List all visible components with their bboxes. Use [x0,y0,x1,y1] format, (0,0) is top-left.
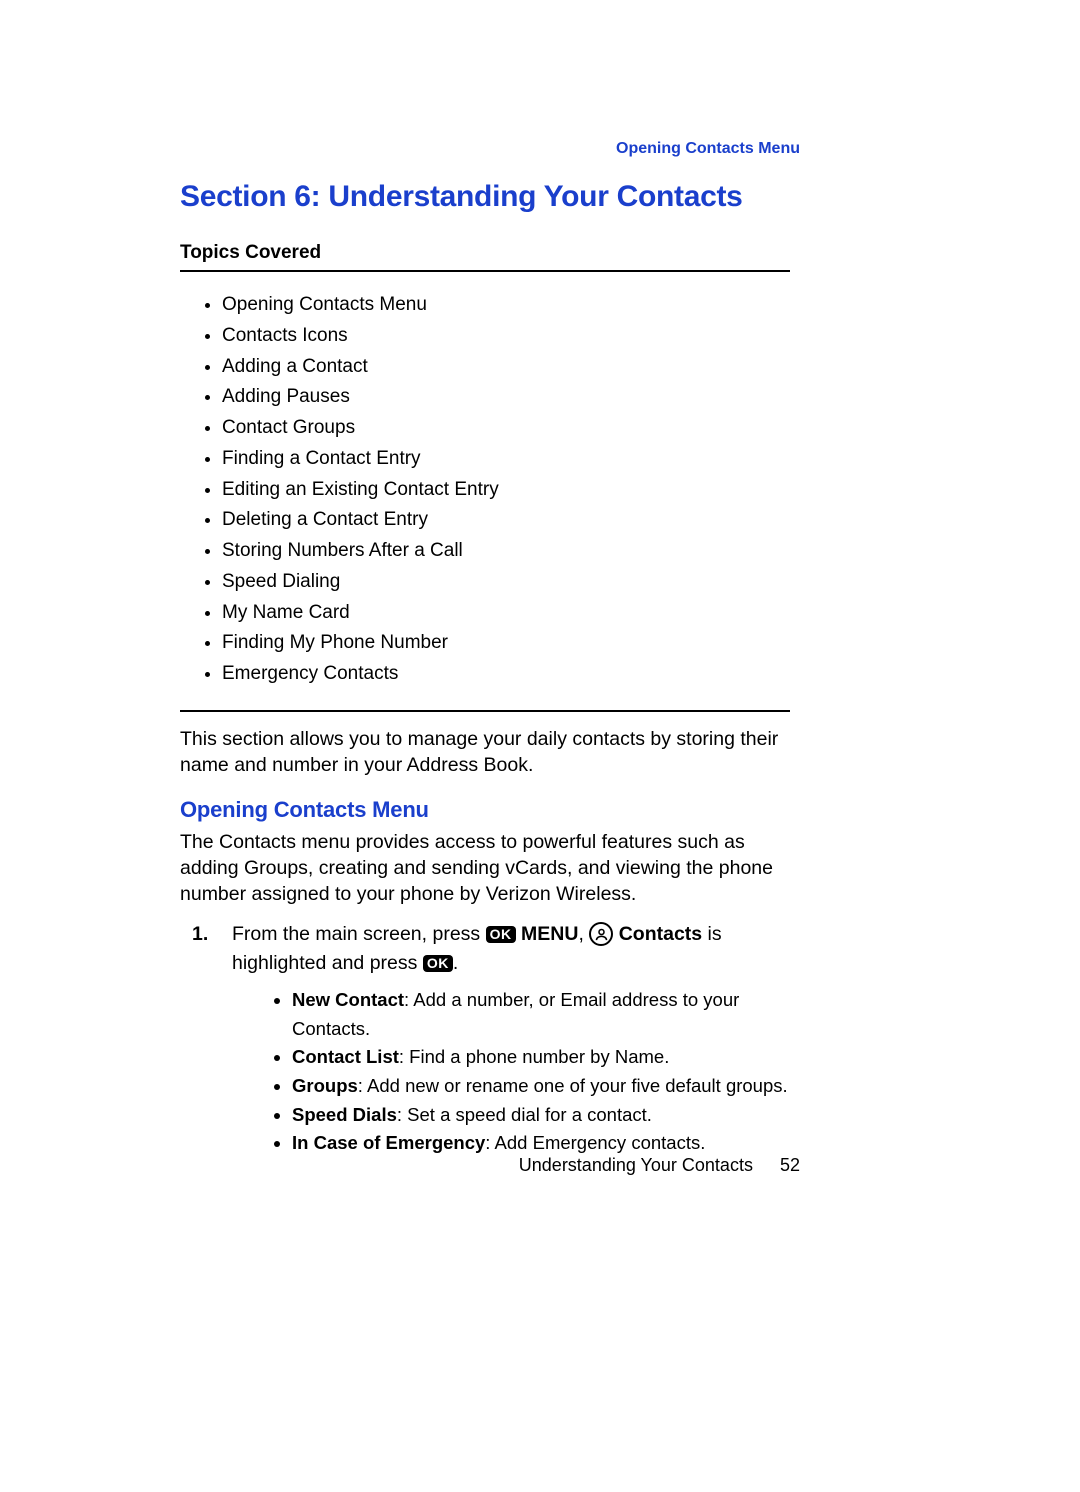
sub-item-term: Speed Dials [292,1104,397,1125]
page-footer: Understanding Your Contacts 52 [519,1155,800,1176]
topic-item: Deleting a Contact Entry [222,505,900,536]
sub-item: Groups: Add new or rename one of your fi… [292,1072,804,1101]
step-text-pre: From the main screen, press [232,923,486,945]
steps-list: 1. From the main screen, press OK MENU, … [180,920,804,1159]
topics-covered-label: Topics Covered [180,242,900,264]
section-title: Section 6: Understanding Your Contacts [180,180,900,214]
topic-item: Adding a Contact [222,352,900,383]
divider-top [180,270,790,272]
topic-item: Finding a Contact Entry [222,444,900,475]
page: Opening Contacts Menu Section 6: Underst… [0,0,1080,1492]
sub-item: Contact List: Find a phone number by Nam… [292,1043,804,1072]
section-intro: This section allows you to manage your d… [180,726,790,779]
sub-item-term: New Contact [292,989,404,1010]
topic-item: Speed Dialing [222,567,900,598]
contacts-icon [589,922,613,946]
topic-item: Adding Pauses [222,382,900,413]
sub-item-term: Groups [292,1075,358,1096]
sub-item-desc: : Find a phone number by Name. [399,1046,669,1067]
sub-item-term: In Case of Emergency [292,1132,485,1153]
step-number: 1. [192,920,208,949]
sub-item: In Case of Emergency: Add Emergency cont… [292,1129,804,1158]
divider-bottom [180,710,790,712]
page-number: 52 [780,1155,800,1175]
sub-item-desc: : Add new or rename one of your five def… [358,1075,788,1096]
comma: , [578,923,589,945]
sub-item-desc: : Add Emergency contacts. [485,1132,705,1153]
sub-item: Speed Dials: Set a speed dial for a cont… [292,1101,804,1130]
ok-button-icon: OK [423,955,453,972]
topic-item: Storing Numbers After a Call [222,536,900,567]
sub-item: New Contact: Add a number, or Email addr… [292,986,804,1043]
topic-item: Emergency Contacts [222,659,900,690]
subsection-heading: Opening Contacts Menu [180,797,900,823]
menu-label: MENU [521,923,578,945]
subsection-paragraph: The Contacts menu provides access to pow… [180,829,800,908]
topic-item: Opening Contacts Menu [222,290,900,321]
topic-item: Contact Groups [222,413,900,444]
running-header: Opening Contacts Menu [616,140,800,158]
topic-item: My Name Card [222,598,900,629]
period: . [453,952,458,974]
step-sublist: New Contact: Add a number, or Email addr… [232,986,804,1158]
topics-list: Opening Contacts Menu Contacts Icons Add… [180,290,900,690]
topic-item: Contacts Icons [222,321,900,352]
step-1: 1. From the main screen, press OK MENU, … [214,920,804,1159]
contacts-label: Contacts [619,923,702,945]
ok-button-icon: OK [486,926,516,943]
footer-text: Understanding Your Contacts [519,1155,753,1175]
topic-item: Editing an Existing Contact Entry [222,475,900,506]
sub-item-desc: : Set a speed dial for a contact. [397,1104,652,1125]
topic-item: Finding My Phone Number [222,628,900,659]
sub-item-term: Contact List [292,1046,399,1067]
